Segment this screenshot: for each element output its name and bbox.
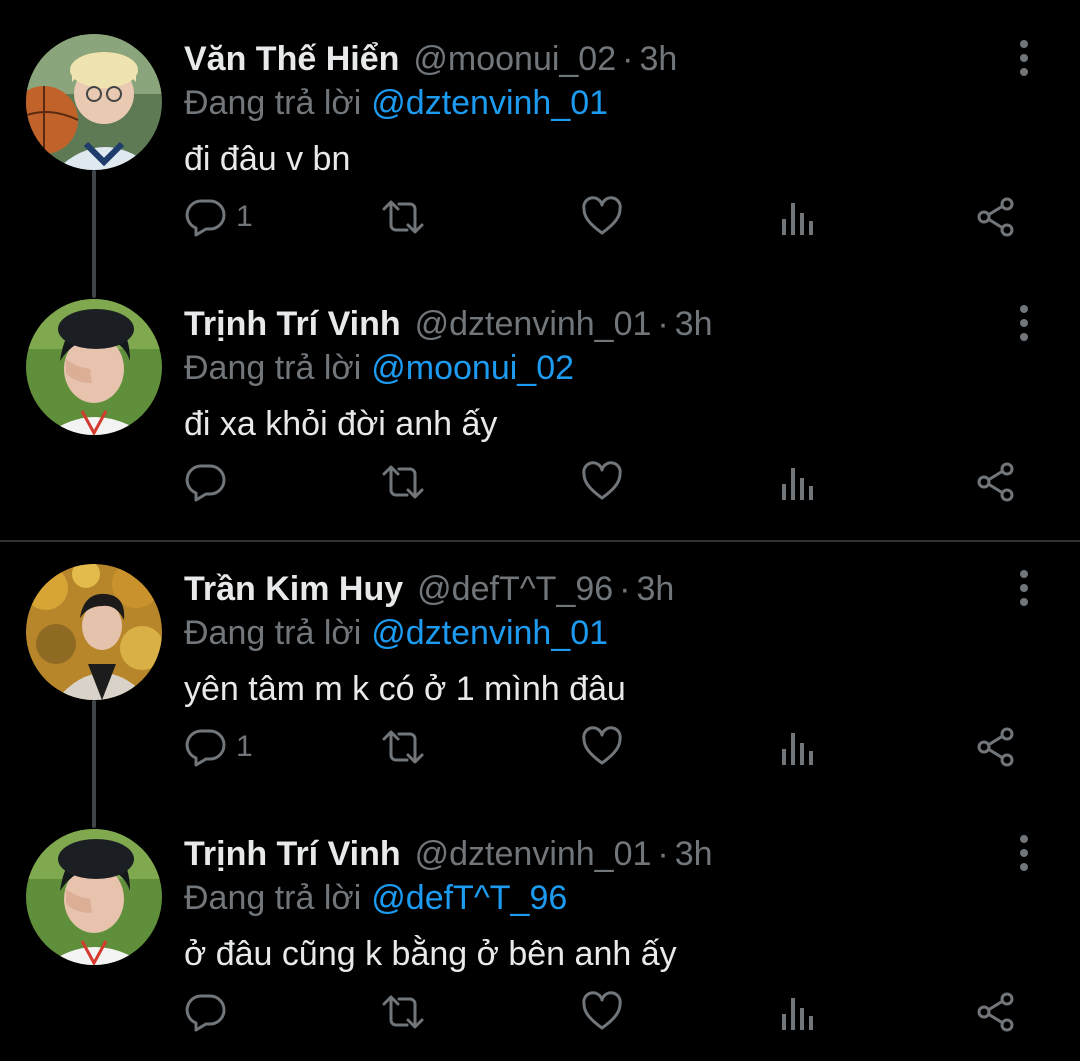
like-button[interactable] [580,722,624,772]
avatar[interactable] [26,299,162,435]
tweet-actions [184,457,1044,507]
avatar[interactable] [26,34,162,170]
replying-to-handle-link[interactable]: @dztenvinh_01 [371,84,608,122]
separator-dot: · [622,40,634,78]
retweet-icon [382,200,424,234]
reply-button[interactable]: 1 [184,192,253,242]
tweet[interactable]: Văn Thế Hiển @moonui_02 · 3h Đang trả lời @d… [0,0,1080,265]
reply-button[interactable] [184,457,236,507]
reply-bubble-icon [185,994,226,1032]
replying-to-handle-link[interactable]: @defT^T_96 [371,879,567,917]
reply-bubble-icon [185,199,226,237]
replying-to-label: Đang trả lời [184,349,362,387]
retweet-icon [382,995,424,1029]
replying-to: Đang trả lời @dztenvinh_01 [184,612,608,654]
avatar[interactable] [26,829,162,965]
reply-button[interactable] [184,987,236,1037]
retweet-button[interactable] [380,722,426,772]
tweet-header: Văn Thế Hiển @moonui_02 · 3h [184,38,677,80]
replying-to-label: Đang trả lời [184,84,362,122]
timestamp[interactable]: 3h [675,835,713,873]
display-name[interactable]: Trịnh Trí Vinh [184,305,401,343]
heart-icon [582,991,622,1030]
tweet-text: đi đâu v bn [184,140,351,178]
timestamp[interactable]: 3h [637,570,675,608]
bar-chart-icon [782,203,813,235]
bar-chart-icon [782,733,813,765]
timestamp[interactable]: 3h [639,40,677,78]
separator-dot: · [619,570,631,608]
views-button[interactable] [778,192,818,242]
share-button[interactable] [974,457,1018,507]
more-vertical-icon[interactable] [1008,38,1040,78]
tweet[interactable]: Trần Kim Huy @defT^T_96 · 3h Đang trả lời @d… [0,530,1080,795]
retweet-icon [382,465,424,499]
tweet-actions [184,987,1044,1037]
tweet-text: yên tâm m k có ở 1 mình đâu [184,670,626,708]
like-button[interactable] [580,192,624,242]
bar-chart-icon [782,468,813,500]
bar-chart-icon [782,998,813,1030]
retweet-icon [382,730,424,764]
reply-count: 1 [236,200,253,233]
display-name[interactable]: Văn Thế Hiển [184,40,399,78]
user-handle[interactable]: @defT^T_96 [417,570,613,608]
replying-to: Đang trả lời @dztenvinh_01 [184,82,608,124]
reply-bubble-icon [185,464,226,502]
separator-dot: · [657,835,669,873]
share-icon [977,197,1014,237]
share-button[interactable] [974,987,1018,1037]
avatar[interactable] [26,564,162,700]
tweet-header: Trịnh Trí Vinh @dztenvinh_01 · 3h [184,303,713,345]
replying-to: Đang trả lời @moonui_02 [184,347,574,389]
separator-dot: · [657,305,669,343]
like-button[interactable] [580,987,624,1037]
more-vertical-icon[interactable] [1008,833,1040,873]
retweet-button[interactable] [380,987,426,1037]
more-vertical-icon[interactable] [1008,568,1040,608]
share-button[interactable] [974,192,1018,242]
tweet-text: đi xa khỏi đời anh ấy [184,405,498,443]
replying-to-label: Đang trả lời [184,614,362,652]
user-handle[interactable]: @moonui_02 [413,40,616,78]
replying-to-handle-link[interactable]: @moonui_02 [371,349,574,387]
user-handle[interactable]: @dztenvinh_01 [415,305,652,343]
views-button[interactable] [778,457,818,507]
reply-bubble-icon [185,729,226,767]
share-button[interactable] [974,722,1018,772]
replying-to-handle-link[interactable]: @dztenvinh_01 [371,614,608,652]
more-vertical-icon[interactable] [1008,303,1040,343]
tweet-header: Trần Kim Huy @defT^T_96 · 3h [184,568,674,610]
views-button[interactable] [778,722,818,772]
user-handle[interactable]: @dztenvinh_01 [415,835,652,873]
share-icon [977,727,1014,767]
reply-button[interactable]: 1 [184,722,253,772]
tweet[interactable]: Trịnh Trí Vinh @dztenvinh_01 · 3h Đang trả … [0,265,1080,530]
timestamp[interactable]: 3h [675,305,713,343]
tweet-text: ở đâu cũng k bằng ở bên anh ấy [184,935,677,973]
display-name[interactable]: Trần Kim Huy [184,570,403,608]
share-icon [977,992,1014,1032]
views-button[interactable] [778,987,818,1037]
heart-icon [582,461,622,500]
share-icon [977,462,1014,502]
tweet-actions: 1 [184,192,1044,242]
replying-to-label: Đang trả lời [184,879,362,917]
heart-icon [582,726,622,765]
retweet-button[interactable] [380,457,426,507]
tweet-header: Trịnh Trí Vinh @dztenvinh_01 · 3h [184,833,713,875]
reply-count: 1 [236,730,253,763]
replying-to: Đang trả lời @defT^T_96 [184,877,567,919]
like-button[interactable] [580,457,624,507]
retweet-button[interactable] [380,192,426,242]
heart-icon [582,196,622,235]
tweet[interactable]: Trịnh Trí Vinh @dztenvinh_01 · 3h Đang trả … [0,795,1080,1060]
tweet-actions: 1 [184,722,1044,772]
display-name[interactable]: Trịnh Trí Vinh [184,835,401,873]
